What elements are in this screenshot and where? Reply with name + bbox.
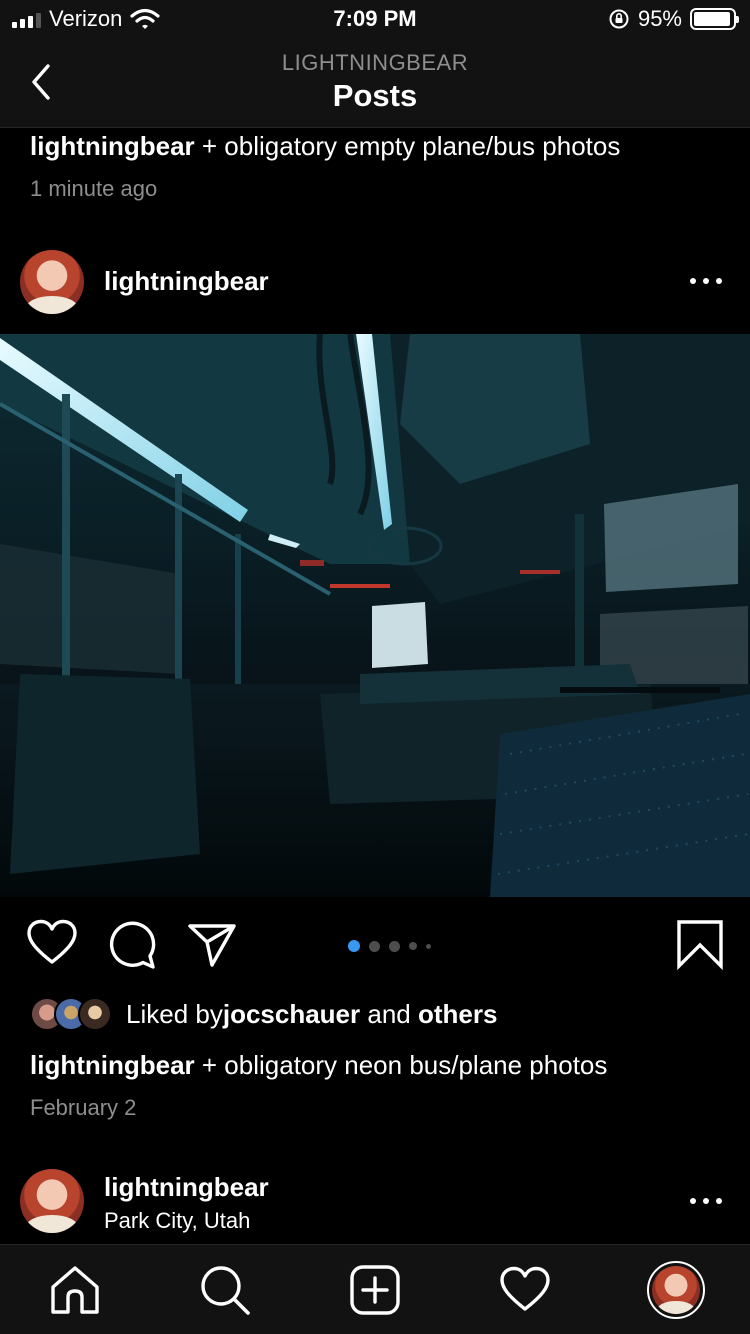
battery-icon <box>690 8 739 30</box>
carousel-dot <box>389 940 400 952</box>
battery-level <box>694 12 731 26</box>
status-bar: Verizon 7:09 PM 95% <box>0 0 750 40</box>
more-options-icon[interactable] <box>690 1196 722 1206</box>
more-options-icon[interactable] <box>690 276 722 286</box>
caption-text: + obligatory neon bus/plane photos <box>194 1050 608 1080</box>
bookmark-icon[interactable] <box>674 918 726 970</box>
avatar[interactable] <box>20 250 84 314</box>
home-icon[interactable] <box>48 1263 102 1317</box>
previous-post-timestamp: 1 minute ago <box>30 176 158 201</box>
post-location[interactable]: Park City, Utah <box>104 1208 250 1234</box>
orientation-lock-icon <box>609 9 629 29</box>
navigation-header: LIGHTNINGBEAR Posts <box>0 40 750 128</box>
post-actions <box>0 918 750 974</box>
carousel-dot <box>409 942 417 950</box>
carousel-indicator <box>348 940 431 952</box>
post-username[interactable]: lightningbear <box>104 1172 269 1203</box>
profile-subtitle: LIGHTNINGBEAR <box>281 50 469 75</box>
page-title: Posts <box>332 78 418 113</box>
post-photo[interactable] <box>0 334 750 897</box>
bus-interior-photo <box>0 334 750 897</box>
comment-bubble-icon[interactable] <box>106 918 158 970</box>
post-caption: lightningbear + obligatory neon bus/plan… <box>30 1048 607 1082</box>
caption-username[interactable]: lightningbear <box>30 131 195 161</box>
carousel-dot <box>426 943 431 949</box>
search-icon[interactable] <box>198 1263 252 1317</box>
liked-by-and: and <box>360 998 418 1029</box>
liked-by-user[interactable]: jocschauer <box>223 999 360 1030</box>
tab-bar <box>0 1244 750 1334</box>
caption-username[interactable]: lightningbear <box>30 1050 195 1080</box>
liked-by-avatars <box>30 997 112 1031</box>
like-heart-icon[interactable] <box>26 918 78 970</box>
liked-by-prefix: Liked by <box>126 998 223 1029</box>
carousel-dot <box>369 940 380 952</box>
new-post-icon[interactable] <box>348 1263 402 1317</box>
post-timestamp: February 2 <box>30 1095 137 1120</box>
next-post-header: lightningbear Park City, Utah <box>0 1160 750 1244</box>
share-send-icon[interactable] <box>186 918 238 970</box>
liked-by-row[interactable]: Liked by jocschauer and others <box>30 996 497 1032</box>
liker-avatar <box>78 997 112 1031</box>
activity-heart-icon[interactable] <box>498 1263 552 1317</box>
previous-post-caption: lightningbear + obligatory empty plane/b… <box>30 129 620 163</box>
avatar[interactable] <box>20 1169 84 1233</box>
battery-percent: 95% <box>637 6 682 31</box>
status-right: 95% <box>608 6 739 32</box>
liked-by-others[interactable]: others <box>418 999 497 1030</box>
carousel-dot <box>348 940 360 952</box>
post-header: lightningbear <box>0 240 750 324</box>
profile-tab-avatar[interactable] <box>647 1261 705 1319</box>
caption-text: + obligatory empty plane/bus photos <box>194 131 621 161</box>
post-username[interactable]: lightningbear <box>104 266 269 297</box>
